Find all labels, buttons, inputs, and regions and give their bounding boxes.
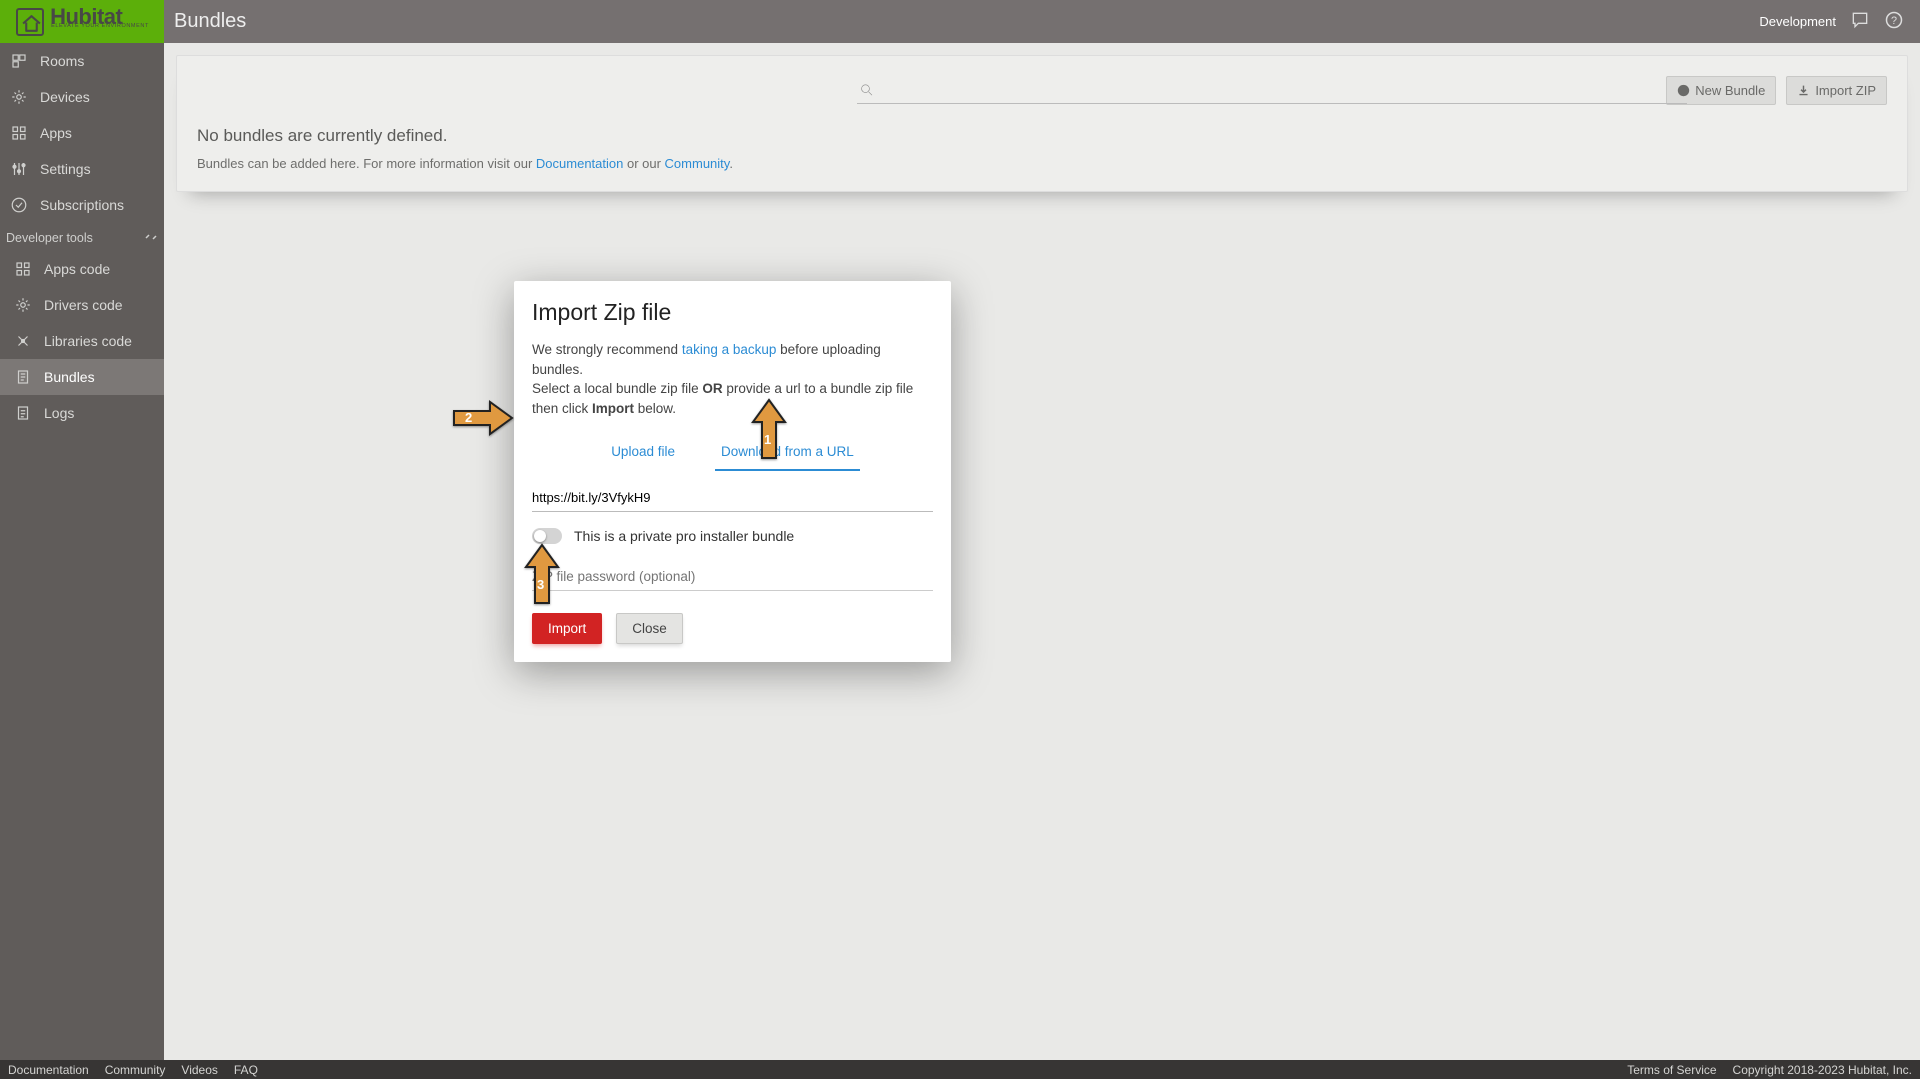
svg-text:?: ?: [1891, 15, 1897, 27]
subscriptions-icon: [10, 196, 28, 214]
empty-state-title: No bundles are currently defined.: [197, 126, 1887, 146]
annotation-arrow-2: 2: [451, 398, 514, 443]
bundles-icon: [14, 368, 32, 386]
annotation-arrow-3: 3: [522, 543, 562, 611]
close-button[interactable]: Close: [616, 613, 683, 644]
community-link[interactable]: Community: [665, 156, 730, 171]
sidebar-item-apps-code[interactable]: Apps code: [0, 251, 164, 287]
text: Select a local bundle zip file: [532, 381, 702, 396]
download-icon: [1797, 84, 1810, 97]
footer-link-videos[interactable]: Videos: [181, 1063, 217, 1077]
import-button[interactable]: Import: [532, 613, 602, 644]
sidebar-item-label: Apps: [40, 125, 72, 141]
sidebar-item-subscriptions[interactable]: Subscriptions: [0, 187, 164, 223]
sidebar-item-label: Devices: [40, 89, 90, 105]
sidebar-item-label: Settings: [40, 161, 91, 177]
top-header: Hubitat ELEVATE YOUR ENVIRONMENT Bundles…: [0, 0, 1920, 43]
toggle-label: This is a private pro installer bundle: [574, 528, 794, 544]
text: below.: [634, 401, 676, 416]
sidebar-item-bundles[interactable]: Bundles: [0, 359, 164, 395]
apps-icon: [10, 124, 28, 142]
sidebar-item-label: Logs: [44, 405, 74, 421]
bundles-panel: New Bundle Import ZIP No bundles are cur…: [176, 55, 1908, 192]
tab-upload-file[interactable]: Upload file: [605, 436, 681, 471]
arrow-number: 3: [537, 577, 544, 592]
sidebar-item-label: Bundles: [44, 369, 95, 385]
sidebar-item-devices[interactable]: Devices: [0, 79, 164, 115]
annotation-arrow-1: 1: [749, 398, 789, 466]
text: We strongly recommend: [532, 342, 682, 357]
collapse-icon[interactable]: [144, 230, 158, 244]
sidebar-section-dev[interactable]: Developer tools: [0, 223, 164, 251]
rooms-icon: [10, 52, 28, 70]
search-wrap: [857, 76, 1687, 104]
brand-tagline: ELEVATE YOUR ENVIRONMENT: [51, 24, 149, 30]
footer-link-documentation[interactable]: Documentation: [8, 1063, 89, 1077]
brand-logo[interactable]: Hubitat ELEVATE YOUR ENVIRONMENT: [0, 0, 164, 43]
sidebar-section-label: Developer tools: [6, 231, 93, 245]
logs-icon: [14, 404, 32, 422]
backup-link[interactable]: taking a backup: [682, 342, 777, 357]
page-title: Bundles: [174, 10, 246, 33]
private-bundle-toggle[interactable]: [532, 528, 562, 544]
empty-state-sub: Bundles can be added here. For more info…: [197, 156, 1887, 171]
import-zip-button[interactable]: Import ZIP: [1786, 76, 1887, 105]
sidebar-item-label: Libraries code: [44, 333, 132, 349]
sidebar-item-logs[interactable]: Logs: [0, 395, 164, 431]
url-input[interactable]: [532, 485, 933, 512]
modal-title: Import Zip file: [532, 299, 933, 326]
libraries-code-icon: [14, 332, 32, 350]
text: Import: [592, 401, 634, 416]
footer-tos-link[interactable]: Terms of Service: [1627, 1063, 1716, 1077]
settings-icon: [10, 160, 28, 178]
chat-icon[interactable]: [1850, 10, 1870, 33]
main-content: New Bundle Import ZIP No bundles are cur…: [164, 43, 1920, 1060]
search-icon: [859, 82, 875, 98]
zip-password-input[interactable]: [532, 564, 933, 591]
button-label: Import ZIP: [1815, 83, 1876, 98]
modal-tabs: Upload file Download from a URL: [532, 436, 933, 471]
help-icon[interactable]: ?: [1884, 10, 1904, 33]
apps-code-icon: [14, 260, 32, 278]
house-icon: [16, 8, 44, 36]
sidebar-item-label: Drivers code: [44, 297, 123, 313]
text: Bundles can be added here. For more info…: [197, 156, 536, 171]
drivers-code-icon: [14, 296, 32, 314]
sidebar-item-label: Rooms: [40, 53, 84, 69]
footer-bar: Documentation Community Videos FAQ Terms…: [0, 1060, 1920, 1079]
sidebar-item-drivers-code[interactable]: Drivers code: [0, 287, 164, 323]
mode-label: Development: [1759, 14, 1836, 29]
sidebar-item-libraries-code[interactable]: Libraries code: [0, 323, 164, 359]
text: OR: [702, 381, 722, 396]
arrow-number: 1: [764, 432, 771, 447]
sidebar-item-label: Subscriptions: [40, 197, 124, 213]
footer-copyright: Copyright 2018-2023 Hubitat, Inc.: [1733, 1063, 1912, 1077]
sidebar-item-label: Apps code: [44, 261, 110, 277]
devices-icon: [10, 88, 28, 106]
sidebar: Rooms Devices Apps Settings Subscription…: [0, 43, 164, 1060]
arrow-number: 2: [465, 410, 472, 425]
text: .: [729, 156, 733, 171]
import-zip-modal: Import Zip file We strongly recommend ta…: [514, 281, 951, 662]
sidebar-item-apps[interactable]: Apps: [0, 115, 164, 151]
footer-link-faq[interactable]: FAQ: [234, 1063, 258, 1077]
modal-recommendation: We strongly recommend taking a backup be…: [532, 340, 933, 379]
sidebar-item-rooms[interactable]: Rooms: [0, 43, 164, 79]
text: or our: [623, 156, 664, 171]
documentation-link[interactable]: Documentation: [536, 156, 623, 171]
footer-link-community[interactable]: Community: [105, 1063, 166, 1077]
button-label: New Bundle: [1695, 83, 1765, 98]
search-input[interactable]: [881, 82, 1687, 98]
modal-instruction: Select a local bundle zip file OR provid…: [532, 379, 933, 418]
sidebar-item-settings[interactable]: Settings: [0, 151, 164, 187]
